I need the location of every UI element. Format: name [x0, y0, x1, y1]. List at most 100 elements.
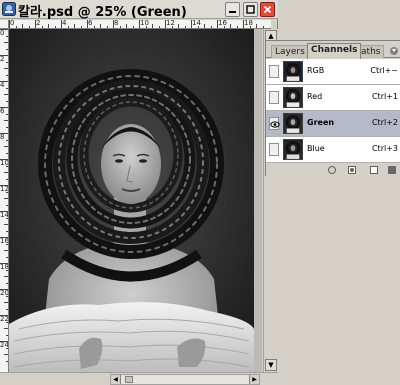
ruler-tick: [6, 100, 8, 102]
ruler-tick: [35, 20, 36, 28]
ruler-tick: [204, 24, 205, 28]
ruler-tick: [4, 172, 8, 173]
ruler-tick: [6, 113, 8, 115]
ruler-tick: [4, 198, 8, 199]
visibility-toggle[interactable]: [269, 143, 279, 156]
ruler-tick: [9, 20, 10, 28]
ruler-tick: [0, 29, 8, 30]
ruler-tick: [28, 26, 30, 28]
ruler-tick: [197, 26, 199, 28]
ruler-tick: [87, 20, 88, 28]
ruler-tick: [6, 360, 8, 362]
ruler-tick: [184, 26, 186, 28]
visibility-toggle[interactable]: [269, 65, 279, 78]
ruler-tick: [158, 26, 160, 28]
tab-channels[interactable]: Channels: [307, 43, 362, 59]
ruler-tick: [243, 20, 244, 28]
save-selection-icon[interactable]: [348, 166, 356, 174]
document-canvas[interactable]: [9, 29, 262, 372]
ruler-label: 6: [88, 20, 93, 27]
channel-row-red[interactable]: Red Ctrl+1: [266, 85, 400, 111]
scroll-down-icon[interactable]: ▼: [265, 359, 277, 371]
title-bar[interactable]: 칼라.psd @ 25% (Green): [0, 0, 278, 20]
horizontal-scroll-thumb[interactable]: [125, 376, 133, 383]
channel-thumbnail: [283, 139, 303, 160]
ruler-tick: [80, 26, 82, 28]
channel-row-green[interactable]: Green Ctrl+2: [266, 111, 400, 137]
ruler-tick: [6, 334, 8, 336]
trash-icon[interactable]: [388, 166, 396, 174]
channels-palette: Layers Channels Paths RGB Ctrl+~ Red Ctr…: [265, 40, 400, 176]
ruler-tick: [191, 20, 192, 28]
ruler-tick: [6, 61, 8, 63]
minimize-button[interactable]: [225, 2, 240, 17]
ruler-tick: [0, 341, 8, 342]
photoshop-app-icon: [2, 2, 16, 16]
scroll-right-icon[interactable]: ▶: [249, 375, 259, 384]
ruler-tick: [0, 55, 8, 56]
palette-menu-icon[interactable]: [390, 47, 398, 55]
horizontal-scrollbar[interactable]: ◀ ▶: [110, 374, 260, 385]
status-bar: ◀ ▶: [0, 372, 278, 385]
ruler-tick: [0, 315, 8, 316]
tab-layers[interactable]: Layers: [271, 45, 309, 58]
scroll-left-icon[interactable]: ◀: [111, 375, 121, 384]
ruler-tick: [178, 24, 179, 28]
vertical-ruler[interactable]: 0 2 4 6 8 10 12 14 16 18 20 22 24: [0, 29, 9, 372]
close-button[interactable]: [260, 2, 275, 17]
ruler-tick: [4, 146, 8, 147]
palette-tabs: Layers Channels Paths: [266, 43, 400, 59]
ruler-tick: [4, 276, 8, 277]
ruler-tick: [6, 347, 8, 349]
ruler-label: 16: [218, 20, 227, 27]
channel-name: RGB: [307, 66, 325, 75]
ruler-tick: [139, 20, 140, 28]
visibility-toggle[interactable]: [269, 91, 279, 104]
ruler-label: 0: [10, 20, 15, 27]
ruler-tick: [6, 87, 8, 89]
ruler-tick: [6, 48, 8, 50]
document-window: 칼라.psd @ 25% (Green) 0 2 4 6 8 10 12 14 16 18 0 2 4…: [0, 0, 278, 385]
ruler-tick: [6, 126, 8, 128]
maximize-button[interactable]: [243, 2, 258, 17]
ruler-label: 2: [36, 20, 41, 27]
ruler-tick: [6, 308, 8, 310]
ruler-origin[interactable]: [0, 20, 9, 29]
new-channel-icon[interactable]: [370, 166, 378, 174]
ruler-label: 2: [0, 55, 5, 63]
ruler-tick: [210, 26, 212, 28]
ruler-tick: [113, 20, 114, 28]
window-title: 칼라.psd @ 25% (Green): [18, 5, 187, 20]
ruler-tick: [0, 159, 8, 160]
ruler-tick: [22, 24, 23, 28]
ruler-tick: [0, 185, 8, 186]
channel-row-rgb[interactable]: RGB Ctrl+~: [266, 59, 400, 85]
ruler-tick: [0, 237, 8, 238]
ruler-label: 8: [0, 133, 5, 141]
ruler-tick: [6, 321, 8, 323]
ruler-tick: [4, 94, 8, 95]
channel-thumbnail: [283, 61, 303, 82]
ruler-tick: [4, 354, 8, 355]
ruler-tick: [6, 191, 8, 193]
ruler-tick: [249, 26, 251, 28]
ruler-tick: [256, 24, 257, 28]
palette-footer: [266, 164, 400, 176]
horizontal-ruler[interactable]: 0 2 4 6 8 10 12 14 16 18: [9, 20, 271, 29]
ruler-tick: [93, 26, 95, 28]
photoshop-workspace: 칼라.psd @ 25% (Green) 0 2 4 6 8 10 12 14 16 18 0 2 4…: [0, 0, 400, 385]
channel-row-blue[interactable]: Blue Ctrl+3: [266, 137, 400, 163]
ruler-tick: [132, 26, 134, 28]
load-selection-icon[interactable]: [328, 166, 336, 174]
ruler-label: 0: [0, 29, 5, 37]
ruler-tick: [100, 24, 101, 28]
channel-shortcut: Ctrl+~: [370, 66, 398, 75]
visibility-toggle[interactable]: [269, 117, 280, 130]
ruler-label: 8: [114, 20, 119, 27]
ruler-label: 14: [192, 20, 201, 27]
ruler-tick: [0, 263, 8, 264]
ruler-tick: [6, 230, 8, 232]
channel-name: Blue: [307, 144, 325, 153]
ruler-tick: [145, 26, 147, 28]
minimize-icon: [229, 11, 236, 13]
